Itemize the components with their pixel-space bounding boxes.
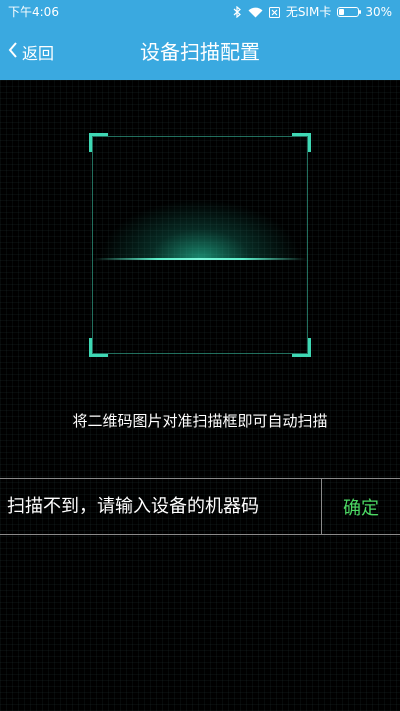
no-sim-icon bbox=[268, 6, 280, 18]
scan-corner-bottom-left bbox=[89, 338, 108, 357]
scan-corner-bottom-right bbox=[292, 338, 311, 357]
battery-percent: 30% bbox=[365, 5, 392, 19]
scan-corner-top-left bbox=[89, 133, 108, 152]
status-time: 下午4:06 bbox=[8, 5, 59, 19]
scan-frame bbox=[89, 133, 311, 357]
nav-bar: 返回 设备扫描配置 bbox=[0, 24, 400, 80]
confirm-button[interactable]: 确定 bbox=[321, 479, 400, 534]
battery-fill bbox=[339, 9, 345, 15]
status-bar: 下午4:06 无SIM卡 30% bbox=[0, 0, 400, 24]
carrier-label: 无SIM卡 bbox=[285, 5, 332, 19]
scan-corner-top-right bbox=[292, 133, 311, 152]
battery-icon bbox=[337, 7, 362, 17]
page-title: 设备扫描配置 bbox=[140, 40, 260, 64]
wifi-icon bbox=[248, 7, 263, 18]
manual-entry-row: 确定 bbox=[0, 478, 400, 535]
status-icons: 无SIM卡 30% bbox=[233, 0, 392, 24]
battery-tip bbox=[359, 10, 362, 14]
bluetooth-icon bbox=[233, 6, 242, 18]
machine-code-input[interactable] bbox=[0, 479, 321, 534]
scan-glow bbox=[99, 199, 301, 259]
scan-hint: 将二维码图片对准扫描框即可自动扫描 bbox=[72, 412, 328, 430]
scan-line bbox=[93, 258, 307, 260]
